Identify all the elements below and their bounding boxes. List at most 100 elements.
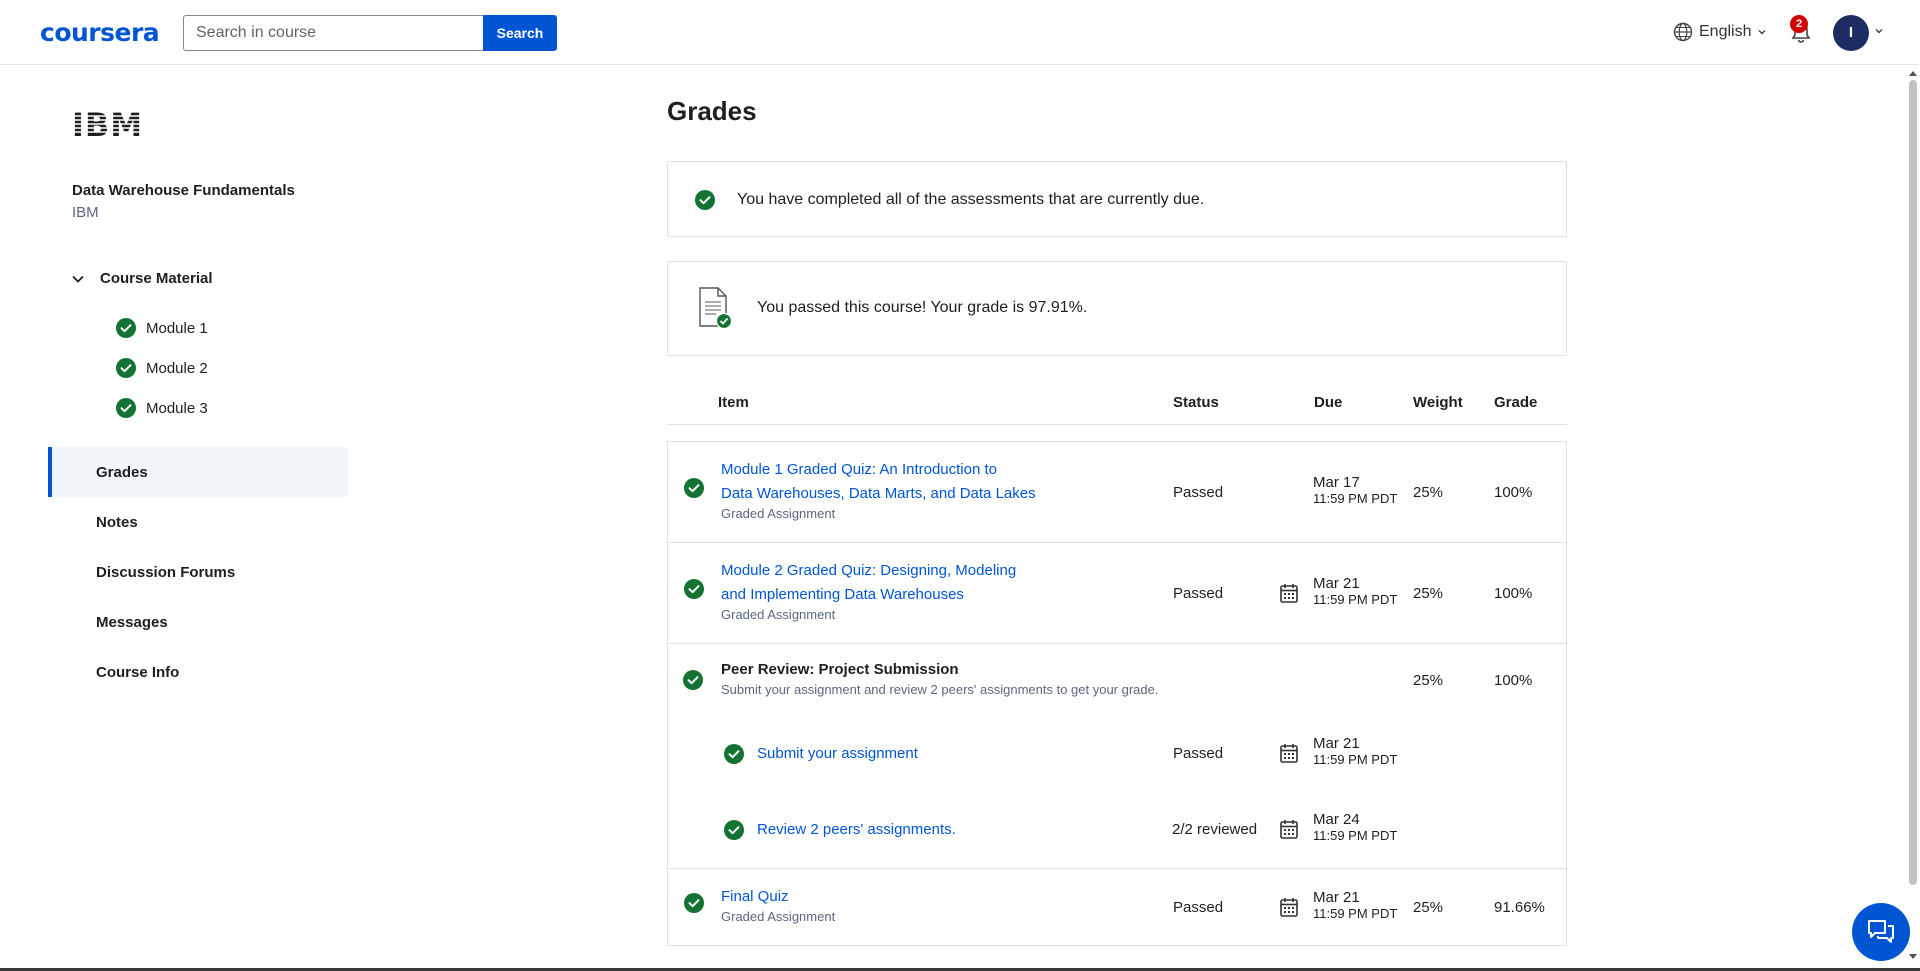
sidebar-item-module-2[interactable]: Module 2: [116, 358, 208, 378]
scroll-down-arrow-icon[interactable]: [1907, 952, 1919, 962]
chevron-down-icon[interactable]: [1874, 26, 1884, 36]
module-label: Module 2: [146, 359, 208, 377]
item-status: Passed: [1173, 745, 1224, 762]
calendar-icon: [1280, 819, 1298, 839]
column-header-grade: Grade: [1494, 394, 1538, 411]
scroll-up-arrow-icon[interactable]: [1907, 68, 1919, 78]
item-status: Passed: [1173, 484, 1224, 501]
due-date: Mar 24: [1313, 811, 1360, 828]
language-label: English: [1699, 23, 1752, 40]
column-header-status: Status: [1173, 394, 1219, 411]
module-label: Module 3: [146, 399, 208, 417]
calendar-icon: [1280, 897, 1298, 917]
check-circle-icon: [684, 579, 704, 599]
item-status: Passed: [1173, 585, 1224, 602]
check-circle-icon: [116, 358, 136, 378]
item-weight: 25%: [1413, 672, 1444, 689]
item-status: Passed: [1173, 899, 1224, 916]
item-title-line: Module 1 Graded Quiz: An Introduction to: [721, 461, 997, 478]
item-title-line: Module 2 Graded Quiz: Designing, Modelin…: [721, 562, 1017, 579]
document-check-icon: [699, 287, 732, 330]
passed-message: You passed this course! Your grade is 97…: [757, 299, 1088, 316]
search-button[interactable]: Search: [483, 15, 557, 51]
item-link-module-1-quiz[interactable]: Module 1 Graded Quiz: An Introduction to…: [721, 458, 1036, 506]
sidebar-item-course-info[interactable]: Course Info: [48, 647, 348, 697]
globe-icon: [1673, 22, 1693, 42]
sidebar-item-module-3[interactable]: Module 3: [116, 398, 208, 418]
page-title: Grades: [667, 96, 757, 126]
due-time: 11:59 PM PDT: [1313, 491, 1398, 506]
module-label: Module 1: [146, 319, 208, 337]
due-time: 11:59 PM PDT: [1313, 752, 1398, 767]
check-circle-icon: [116, 398, 136, 418]
due-time: 11:59 PM PDT: [1313, 906, 1398, 921]
completion-notice: You have completed all of the assessment…: [667, 161, 1567, 237]
notification-count-badge: 2: [1790, 15, 1808, 33]
course-material-label: Course Material: [100, 270, 213, 287]
item-weight: 25%: [1413, 484, 1444, 501]
check-circle-icon: [724, 820, 744, 840]
coursera-logo[interactable]: coursera: [40, 18, 160, 47]
table-header-divider: [667, 424, 1567, 425]
sidebar-item-grades[interactable]: Grades: [48, 447, 348, 497]
item-link-review-peers[interactable]: Review 2 peers' assignments.: [757, 818, 956, 842]
item-weight: 25%: [1413, 899, 1444, 916]
calendar-icon: [1280, 743, 1298, 763]
column-header-due: Due: [1314, 394, 1343, 411]
item-link-submit-assignment[interactable]: Submit your assignment: [757, 742, 918, 766]
item-type: Graded Assignment: [721, 607, 836, 622]
row-divider: [667, 542, 1567, 543]
due-date: Mar 21: [1313, 889, 1360, 906]
chat-bubbles-icon: [1868, 920, 1894, 943]
item-link-final-quiz[interactable]: Final Quiz: [721, 885, 835, 909]
sidebar-item-messages[interactable]: Messages: [48, 597, 348, 647]
due-date: Mar 21: [1313, 735, 1360, 752]
check-circle-icon: [684, 478, 704, 498]
item-type: Graded Assignment: [721, 909, 836, 924]
peer-review-title: Peer Review: Project Submission: [721, 661, 959, 678]
course-organization: IBM: [72, 204, 99, 221]
chat-button[interactable]: [1852, 903, 1910, 961]
item-grade: 100%: [1494, 484, 1533, 501]
ibm-partner-logo: IBM: [72, 108, 152, 142]
check-circle-icon: [724, 744, 744, 764]
sidebar-item-notes[interactable]: Notes: [48, 497, 348, 547]
check-circle-icon: [683, 670, 703, 690]
top-header: coursera Search English 2 I: [0, 0, 1920, 65]
item-type: Graded Assignment: [721, 506, 836, 521]
check-circle-icon: [684, 893, 704, 913]
item-grade: 100%: [1494, 672, 1533, 689]
chevron-down-icon: [1758, 29, 1767, 35]
user-avatar[interactable]: I: [1833, 15, 1869, 51]
due-date: Mar 21: [1313, 575, 1360, 592]
item-grade: 100%: [1494, 585, 1533, 602]
due-time: 11:59 PM PDT: [1313, 592, 1398, 607]
completion-message: You have completed all of the assessment…: [737, 191, 1205, 208]
item-title-line: and Implementing Data Warehouses: [721, 586, 964, 603]
item-link-module-2-quiz[interactable]: Module 2 Graded Quiz: Designing, Modelin…: [721, 559, 1016, 607]
course-material-toggle[interactable]: Course Material: [70, 270, 213, 287]
due-date: Mar 17: [1313, 474, 1360, 491]
chevron-down-icon: [72, 275, 84, 283]
check-circle-icon: [695, 190, 715, 210]
column-header-item: Item: [718, 394, 749, 411]
calendar-icon: [1280, 583, 1298, 603]
search-input[interactable]: [183, 15, 484, 51]
sidebar-item-module-1[interactable]: Module 1: [116, 318, 208, 338]
language-selector[interactable]: English: [1673, 22, 1767, 42]
partner-logo-text: IBM: [72, 108, 143, 142]
item-weight: 25%: [1413, 585, 1444, 602]
column-header-weight: Weight: [1413, 394, 1463, 411]
check-circle-icon: [116, 318, 136, 338]
peer-review-subtitle: Submit your assignment and review 2 peer…: [721, 682, 1159, 697]
item-grade: 91.66%: [1494, 899, 1545, 916]
course-passed-notice: You passed this course! Your grade is 97…: [667, 261, 1567, 356]
row-divider: [667, 643, 1567, 644]
scrollbar-thumb[interactable]: [1909, 80, 1917, 885]
course-title: Data Warehouse Fundamentals: [72, 182, 295, 199]
sidebar-item-discussion-forums[interactable]: Discussion Forums: [48, 547, 348, 597]
row-divider: [667, 868, 1567, 869]
item-status: 2/2 reviewed: [1172, 821, 1258, 838]
item-title-line: Data Warehouses, Data Marts, and Data La…: [721, 485, 1036, 502]
due-time: 11:59 PM PDT: [1313, 828, 1398, 843]
